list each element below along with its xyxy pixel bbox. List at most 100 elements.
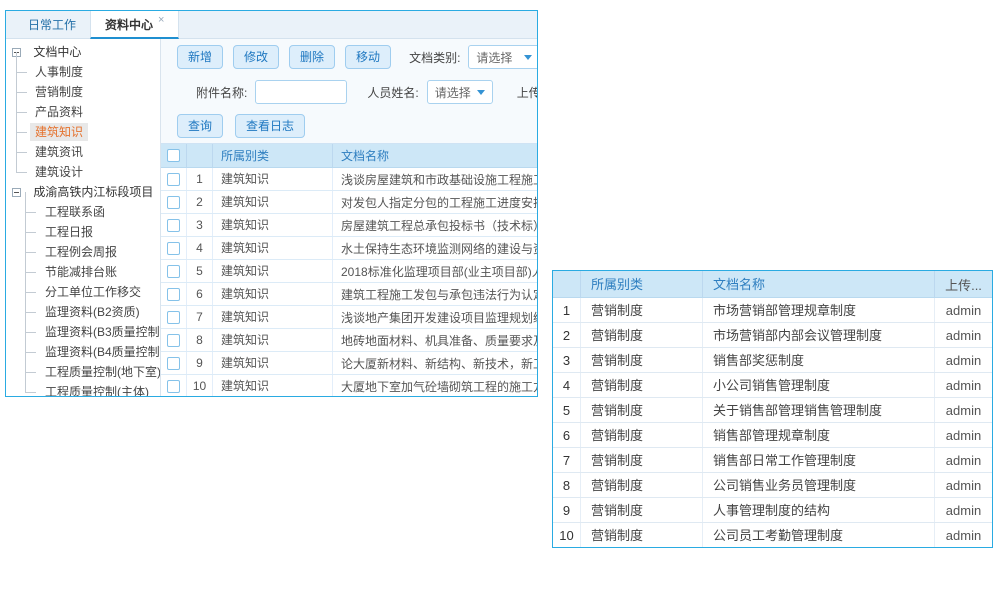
row-category: 营销制度 bbox=[581, 323, 703, 347]
row-checkbox[interactable] bbox=[167, 334, 180, 347]
row-category: 营销制度 bbox=[581, 473, 703, 497]
table-row[interactable]: 9 营销制度 人事管理制度的结构 admin bbox=[553, 498, 992, 523]
table-row[interactable]: 7 营销制度 销售部日常工作管理制度 admin bbox=[553, 448, 992, 473]
tree-node-label: 节能减排台账 bbox=[40, 263, 122, 281]
row-index: 1 bbox=[187, 168, 213, 190]
tree-node-label: 分工单位工作移交 bbox=[40, 283, 146, 301]
table-row[interactable]: 3 营销制度 销售部奖惩制度 admin bbox=[553, 348, 992, 373]
delete-button[interactable]: 删除 bbox=[289, 45, 335, 69]
row-uploader: admin bbox=[935, 403, 992, 418]
row-index: 9 bbox=[553, 498, 581, 522]
table-row[interactable]: 6 营销制度 销售部管理规章制度 admin bbox=[553, 423, 992, 448]
table-row[interactable]: 2 建筑知识 对发包人指定分包的工程施工进度安排... bbox=[161, 191, 537, 214]
row-category: 建筑知识 bbox=[213, 306, 333, 328]
chevron-down-icon bbox=[524, 55, 532, 60]
row-index: 5 bbox=[553, 398, 581, 422]
select-all-checkbox[interactable] bbox=[167, 149, 180, 162]
tree-node-label: 产品资料 bbox=[30, 103, 88, 121]
table-row[interactable]: 3 建筑知识 房屋建筑工程总承包投标书（技术标）... bbox=[161, 214, 537, 237]
tree-node[interactable]: 建筑设计 bbox=[6, 162, 160, 182]
tree-node[interactable]: 建筑知识 bbox=[6, 122, 160, 142]
row-index: 7 bbox=[187, 306, 213, 328]
table-row[interactable]: 4 营销制度 小公司销售管理制度 admin bbox=[553, 373, 992, 398]
tree-node[interactable]: 人事制度 bbox=[6, 62, 160, 82]
documents-table: 所属别类 文档名称 1 建筑知识 浅谈房屋建筑和市政基础设施工程施工... 2 … bbox=[161, 143, 537, 396]
table-row[interactable]: 4 建筑知识 水土保持生态环境监测网络的建设与资... bbox=[161, 237, 537, 260]
tree-node[interactable]: 文档中心 bbox=[6, 42, 160, 62]
tree-node[interactable]: 产品资料 bbox=[6, 102, 160, 122]
collapse-icon[interactable] bbox=[12, 188, 21, 197]
toolbar-row: 新增 修改 删除 移动 文档类别: 请选择 文档名称: bbox=[161, 39, 537, 75]
row-category: 建筑知识 bbox=[213, 191, 333, 213]
uploader-column-header[interactable]: 上传... bbox=[935, 275, 992, 294]
tree-node-label: 建筑知识 bbox=[30, 123, 88, 141]
docname-column-header[interactable]: 文档名称 bbox=[703, 271, 935, 297]
desktop: 日常工作 资料中心 × 文档中心 人事制度 营销制度 bbox=[0, 0, 1000, 600]
tree-node-label: 建筑资讯 bbox=[30, 143, 88, 161]
row-docname: 2018标准化监理项目部(业主项目部)人员... bbox=[333, 263, 537, 280]
query-button[interactable]: 查询 bbox=[177, 114, 223, 138]
row-docname: 关于销售部管理销售管理制度 bbox=[703, 398, 935, 422]
row-docname: 公司销售业务员管理制度 bbox=[703, 473, 935, 497]
row-checkbox[interactable] bbox=[167, 173, 180, 186]
index-column-header bbox=[187, 144, 213, 167]
table-row[interactable]: 1 建筑知识 浅谈房屋建筑和市政基础设施工程施工... bbox=[161, 168, 537, 191]
edit-button[interactable]: 修改 bbox=[233, 45, 279, 69]
table-row[interactable]: 8 建筑知识 地砖地面材料、机具准备、质量要求及... bbox=[161, 329, 537, 352]
row-checkbox[interactable] bbox=[167, 288, 180, 301]
table-row[interactable]: 5 营销制度 关于销售部管理销售管理制度 admin bbox=[553, 398, 992, 423]
tree-node[interactable]: 工程质量控制(主体) bbox=[6, 382, 160, 396]
row-checkbox[interactable] bbox=[167, 380, 180, 393]
row-category: 营销制度 bbox=[581, 423, 703, 447]
doc-category-select[interactable]: 请选择 bbox=[468, 45, 537, 69]
tab-data-center-label: 资料中心 bbox=[105, 16, 153, 33]
view-log-button[interactable]: 查看日志 bbox=[235, 114, 305, 138]
marketing-documents-table: 所属别类 文档名称 上传... 1 营销制度 市场营销部管理规章制度 admin… bbox=[553, 271, 992, 547]
row-docname: 水土保持生态环境监测网络的建设与资... bbox=[333, 240, 537, 257]
tree-node-label: 工程质量控制(主体) bbox=[40, 383, 154, 396]
row-uploader: admin bbox=[935, 453, 992, 468]
row-checkbox[interactable] bbox=[167, 265, 180, 278]
close-icon[interactable]: × bbox=[158, 14, 164, 26]
category-column-header[interactable]: 所属别类 bbox=[213, 144, 333, 167]
row-index: 4 bbox=[187, 237, 213, 259]
tree-node[interactable]: 建筑资讯 bbox=[6, 142, 160, 162]
docname-column-header[interactable]: 文档名称 bbox=[333, 147, 537, 164]
row-docname: 对发包人指定分包的工程施工进度安排... bbox=[333, 194, 537, 211]
person-name-value: 请选择 bbox=[435, 84, 471, 101]
table-row[interactable]: 6 建筑知识 建筑工程施工发包与承包违法行为认定... bbox=[161, 283, 537, 306]
tree-node-label: 营销制度 bbox=[30, 83, 88, 101]
tab-daily-work[interactable]: 日常工作 bbox=[14, 11, 90, 38]
row-checkbox[interactable] bbox=[167, 196, 180, 209]
row-checkbox[interactable] bbox=[167, 311, 180, 324]
row-category: 建筑知识 bbox=[213, 237, 333, 259]
table-row[interactable]: 5 建筑知识 2018标准化监理项目部(业主项目部)人员... bbox=[161, 260, 537, 283]
table-row[interactable]: 2 营销制度 市场营销部内部会议管理制度 admin bbox=[553, 323, 992, 348]
row-checkbox[interactable] bbox=[167, 219, 180, 232]
row-uploader: admin bbox=[935, 303, 992, 318]
table-row[interactable]: 10 营销制度 公司员工考勤管理制度 admin bbox=[553, 523, 992, 548]
row-index: 3 bbox=[553, 348, 581, 372]
upload-date-label: 上传日期: bbox=[517, 84, 537, 101]
row-checkbox[interactable] bbox=[167, 357, 180, 370]
move-button[interactable]: 移动 bbox=[345, 45, 391, 69]
attachment-name-input[interactable] bbox=[255, 80, 347, 104]
table-row[interactable]: 7 建筑知识 浅谈地产集团开发建设项目监理规划编... bbox=[161, 306, 537, 329]
row-checkbox[interactable] bbox=[167, 242, 180, 255]
table-row[interactable]: 8 营销制度 公司销售业务员管理制度 admin bbox=[553, 473, 992, 498]
documents-table-header: 所属别类 文档名称 bbox=[161, 144, 537, 168]
tree-node[interactable]: 营销制度 bbox=[6, 82, 160, 102]
filter-row: 附件名称: 人员姓名: 请选择 上传日期: bbox=[161, 75, 537, 109]
tree-node-label: 建筑设计 bbox=[30, 163, 88, 181]
table-row[interactable]: 9 建筑知识 论大厦新材料、新结构、新技术，新工... bbox=[161, 352, 537, 375]
add-button[interactable]: 新增 bbox=[177, 45, 223, 69]
person-name-select[interactable]: 请选择 bbox=[427, 80, 493, 104]
table-row[interactable]: 1 营销制度 市场营销部管理规章制度 admin bbox=[553, 298, 992, 323]
tree-node-label: 监理资料(B2资质) bbox=[40, 303, 145, 321]
table-row[interactable]: 10 建筑知识 大厦地下室加气砼墙砌筑工程的施工方... bbox=[161, 375, 537, 396]
row-docname: 浅谈房屋建筑和市政基础设施工程施工... bbox=[333, 171, 537, 188]
category-column-header[interactable]: 所属别类 bbox=[581, 271, 703, 297]
row-docname: 人事管理制度的结构 bbox=[703, 498, 935, 522]
row-docname: 公司员工考勤管理制度 bbox=[703, 523, 935, 547]
tab-data-center[interactable]: 资料中心 × bbox=[90, 11, 179, 39]
